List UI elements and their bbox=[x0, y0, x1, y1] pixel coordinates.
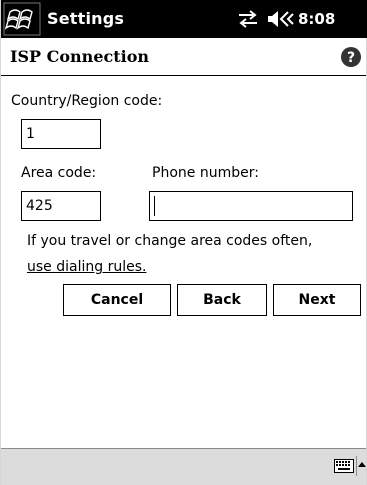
help-icon[interactable]: ? bbox=[340, 46, 362, 68]
title-bar: Settings 8:08 bbox=[1, 0, 367, 38]
phone-number-label: Phone number: bbox=[152, 165, 259, 181]
screen: Settings 8:08 ISP Connection ? Country/R… bbox=[0, 0, 367, 485]
text-caret bbox=[154, 196, 155, 216]
area-code-value: 425 bbox=[26, 198, 53, 214]
dialing-info-text: If you travel or change area codes often… bbox=[27, 233, 313, 249]
svg-text:?: ? bbox=[347, 50, 355, 66]
back-button[interactable]: Back bbox=[177, 284, 267, 316]
app-title: Settings bbox=[47, 9, 125, 28]
dialing-rules-link[interactable]: use dialing rules. bbox=[27, 258, 146, 276]
country-code-input[interactable]: 1 bbox=[21, 119, 101, 149]
clock[interactable]: 8:08 bbox=[298, 9, 335, 29]
up-arrow-icon[interactable] bbox=[356, 456, 366, 476]
page-header: ISP Connection ? bbox=[1, 38, 366, 76]
connectivity-icon[interactable] bbox=[237, 10, 259, 28]
area-code-label: Area code: bbox=[21, 165, 97, 181]
menu-bar bbox=[1, 448, 366, 485]
start-menu-button[interactable] bbox=[3, 2, 41, 36]
page-title: ISP Connection bbox=[10, 47, 150, 66]
speaker-icon[interactable] bbox=[266, 9, 296, 29]
keyboard-icon[interactable] bbox=[334, 459, 354, 473]
windows-flag-icon bbox=[3, 2, 41, 36]
next-button[interactable]: Next bbox=[273, 284, 361, 316]
area-code-input[interactable]: 425 bbox=[21, 191, 101, 221]
country-code-label: Country/Region code: bbox=[11, 93, 163, 109]
cancel-button[interactable]: Cancel bbox=[63, 284, 171, 316]
phone-number-input[interactable] bbox=[149, 191, 353, 221]
country-code-value: 1 bbox=[26, 126, 35, 142]
